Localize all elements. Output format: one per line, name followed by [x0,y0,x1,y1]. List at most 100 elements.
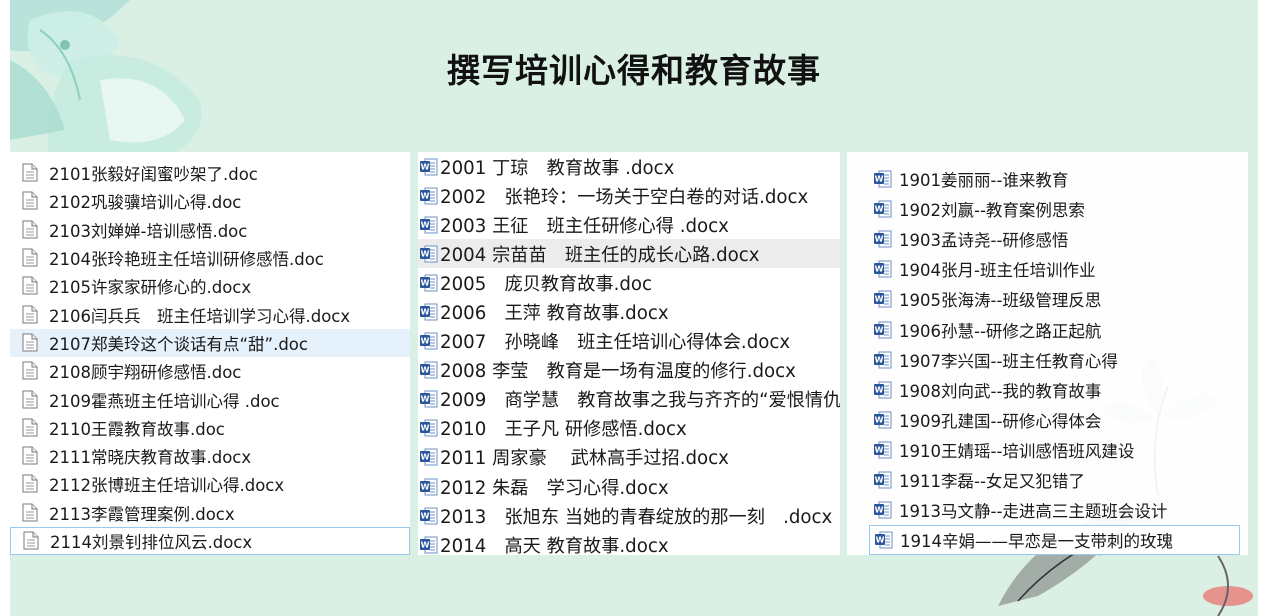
file-name: 2002 张艳玲：一场关于空白卷的对话.docx [440,186,809,208]
file-item[interactable]: 2102巩骏骥培训心得.doc [10,187,410,215]
file-item[interactable]: W 1907李兴国--班主任教育心得 [847,345,1248,375]
file-item[interactable]: W 2010 王子凡 研修感悟.docx [418,414,840,443]
file-item[interactable]: W 1904张月-班主任培训作业 [847,254,1248,284]
svg-text:W: W [875,506,884,515]
file-item[interactable]: W 2009 商学慧 教育故事之我与齐齐的“爱恨情仇” [418,385,840,414]
word-document-icon: W [419,360,438,380]
file-list-panel-2021[interactable]: 2101张毅好闺蜜吵架了.doc 2102巩骏骥培训心得.doc 2103刘婵婵-培… [10,152,410,556]
file-item[interactable]: W 2001 丁琼 教育故事 .docx [418,152,840,181]
file-item[interactable]: 2113李霞管理案例.docx [10,499,410,527]
file-item[interactable]: 2101张毅好闺蜜吵架了.doc [10,159,410,187]
file-name: 1906孙慧--研修之路正起航 [899,321,1102,341]
svg-text:W: W [875,415,884,424]
file-item[interactable]: W 1908刘向武--我的教育故事 [847,375,1248,405]
file-item[interactable]: W 2011 周家豪 武林高手过招.docx [418,443,840,472]
file-item[interactable]: W 2012 朱磊 学习心得.docx [418,472,840,501]
word-document-icon: W [873,350,892,370]
svg-text:W: W [421,308,430,317]
word-document-icon: W [873,470,892,490]
file-item[interactable]: 2112张博班主任培训心得.docx [10,470,410,498]
file-item[interactable]: W 1914辛娟——早恋是一支带刺的玫瑰 [869,525,1240,556]
file-name: 1908刘向武--我的教育故事 [899,381,1102,401]
file-name: 1903孟诗尧--研修感悟 [899,231,1069,251]
file-name: 2010 王子凡 研修感悟.docx [440,419,687,441]
file-item[interactable]: W 2005 庞贝教育故事.doc [418,268,840,297]
word-document-icon: W [873,410,892,430]
document-icon [22,390,40,410]
file-name: 2107郑美玲这个谈话有点“甜”.doc [49,334,308,354]
file-item[interactable]: W 1910王婧瑶--培训感悟班风建设 [847,435,1248,465]
file-item[interactable]: W 2004 宗苗苗 班主任的成长心路.docx [418,239,840,269]
file-item[interactable]: W 2002 张艳玲：一场关于空白卷的对话.docx [418,181,840,210]
file-name: 2014 高天 教育故事.docx [440,535,669,557]
file-item[interactable]: 2107郑美玲这个谈话有点“甜”.doc [10,328,410,358]
document-icon [22,220,40,240]
word-document-icon: W [419,389,438,409]
file-name: 2007 孙晓峰 班主任培训心得体会.docx [440,332,791,354]
svg-text:W: W [875,475,884,484]
file-name: 2102巩骏骥培训心得.doc [49,193,242,213]
file-item[interactable]: W 1906孙慧--研修之路正起航 [847,314,1248,344]
svg-text:W: W [876,536,885,545]
word-document-icon: W [419,244,438,264]
file-item[interactable]: W 2007 孙晓峰 班主任培训心得体会.docx [418,327,840,356]
svg-text:W: W [421,191,430,200]
file-name: 1911李磊--女足又犯错了 [899,471,1085,491]
file-item[interactable]: 2109霍燕班主任培训心得 .doc [10,385,410,413]
file-list-panel-2020[interactable]: W 2001 丁琼 教育故事 .docx W 2002 张艳玲：一场关于空白卷的对话.… [418,152,840,557]
file-item[interactable]: W 2013 张旭东 当她的青春绽放的那一刻 .docx [418,501,840,530]
file-name: 1910王婧瑶--培训感悟班风建设 [899,441,1135,461]
file-name: 1901姜丽丽--谁来教育 [899,171,1069,191]
file-item[interactable]: 2110王霞教育故事.doc [10,414,410,442]
word-document-icon: W [419,302,438,322]
file-item[interactable]: 2105许家家研修心的.docx [10,272,410,300]
file-name: 1909孔建国--研修心得体会 [899,411,1102,431]
file-item[interactable]: 2108顾宇翔研修感悟.doc [10,357,410,385]
file-item[interactable]: W 1901姜丽丽--谁来教育 [847,164,1248,194]
svg-text:W: W [421,278,430,287]
file-item[interactable]: W 2003 王征 班主任研修心得 .docx [418,210,840,239]
file-list-panel-2019[interactable]: W 1901姜丽丽--谁来教育 W 1902刘赢--教育案例思索 W 1903孟诗尧--研… [847,152,1248,556]
file-item[interactable]: W 2008 李莹 教育是一场有温度的修行.docx [418,356,840,385]
file-name: 2110王霞教育故事.doc [49,419,225,439]
word-document-icon: W [873,259,892,279]
word-document-icon: W [419,477,438,497]
file-item[interactable]: W 2014 高天 教育故事.docx [418,530,840,559]
file-item[interactable]: W 1903孟诗尧--研修感悟 [847,224,1248,254]
word-document-icon: W [419,418,438,438]
file-name: 2101张毅好闺蜜吵架了.doc [49,165,258,185]
document-icon [22,191,40,211]
file-item[interactable]: W 1905张海涛--班级管理反思 [847,284,1248,314]
file-name: 2111常晓庆教育故事.docx [49,448,252,468]
word-document-icon: W [873,229,892,249]
file-item[interactable]: 2114刘景钊排位风云.docx [10,526,410,556]
file-item[interactable]: 2106闫兵兵 班主任培训学习心得.docx [10,300,410,328]
svg-text:W: W [421,482,430,491]
file-name: 1902刘赢--教育案例思索 [899,201,1085,221]
svg-text:W: W [421,453,430,462]
file-name: 2006 王萍 教育故事.docx [440,303,669,325]
document-icon [22,418,40,438]
svg-text:W: W [421,511,430,520]
svg-text:W: W [875,265,884,274]
word-document-icon: W [419,506,438,526]
word-document-icon: W [873,380,892,400]
word-document-icon: W [873,440,892,460]
file-item[interactable]: W 2006 王萍 教育故事.docx [418,297,840,326]
file-item[interactable]: 2104张玲艳班主任培训研修感悟.doc [10,244,410,272]
file-item[interactable]: W 1902刘赢--教育案例思索 [847,194,1248,224]
file-item[interactable]: 2111常晓庆教育故事.docx [10,442,410,470]
word-document-icon: W [419,331,438,351]
svg-text:W: W [421,337,430,346]
svg-text:W: W [421,366,430,375]
svg-text:W: W [875,355,884,364]
svg-text:W: W [875,175,884,184]
file-name: 2109霍燕班主任培训心得 .doc [49,391,280,411]
file-item[interactable]: W 1909孔建国--研修心得体会 [847,405,1248,435]
word-document-icon: W [419,215,438,235]
file-item[interactable]: W 1913马文静--走进高三主题班会设计 [847,495,1248,525]
file-item[interactable]: 2103刘婵婵-培训感悟.doc [10,216,410,244]
document-icon [22,474,40,494]
file-item[interactable]: W 1911李磊--女足又犯错了 [847,465,1248,495]
word-document-icon: W [873,320,892,340]
